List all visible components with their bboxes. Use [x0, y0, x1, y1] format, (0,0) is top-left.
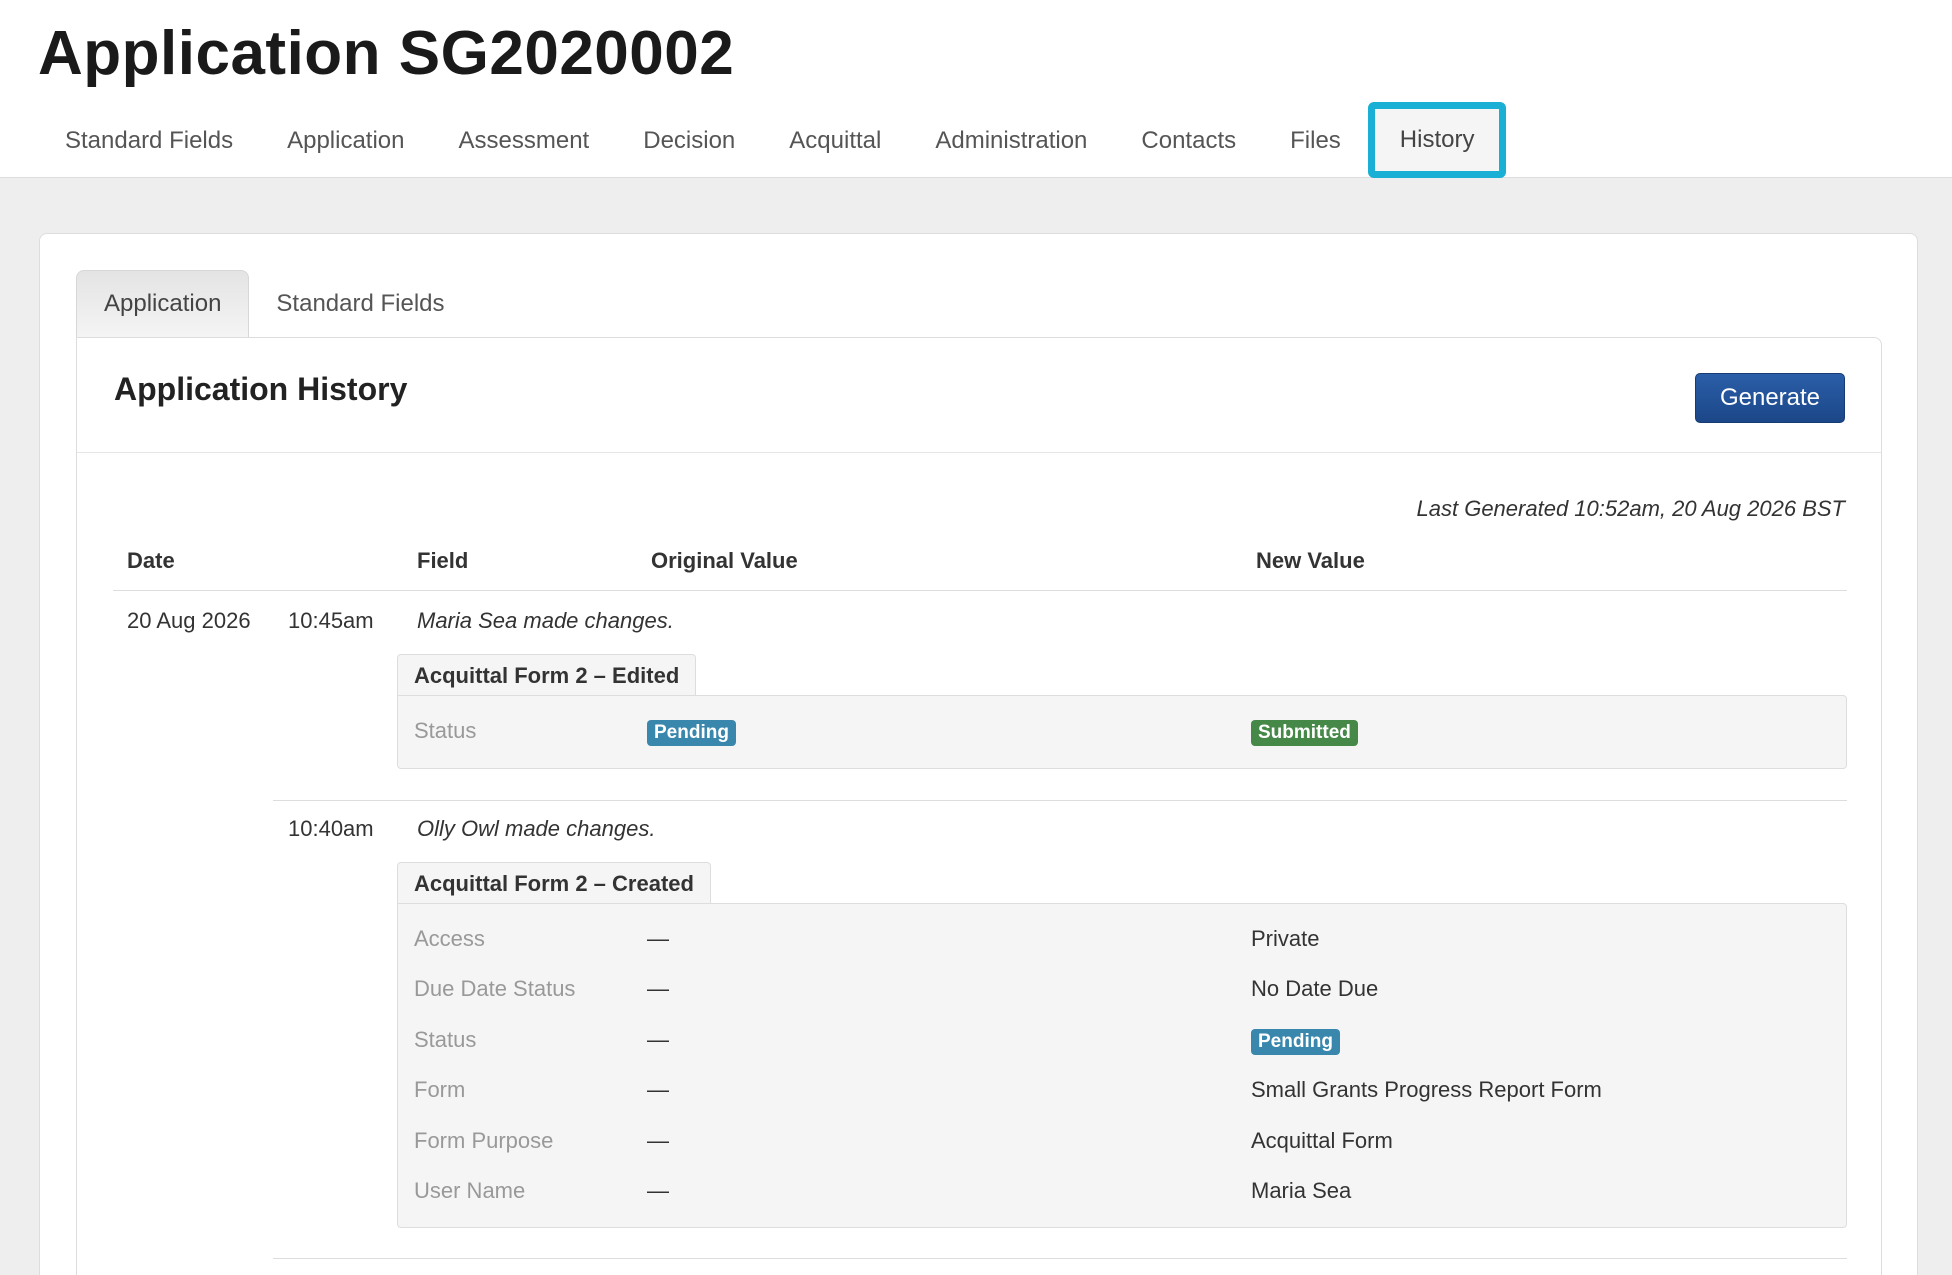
- original-value: Pending: [647, 718, 736, 746]
- form-change-label: Acquittal Form 2 – Created: [397, 862, 711, 904]
- change-row: User Name — Maria Sea: [398, 1178, 1846, 1208]
- change-row: Due Date Status — No Date Due: [398, 976, 1846, 1006]
- history-date: 20 Aug 2026: [127, 608, 251, 633]
- col-header-original: Original Value: [651, 548, 798, 573]
- new-value: Maria Sea: [1251, 1178, 1352, 1203]
- subtab-application[interactable]: Application: [76, 270, 250, 337]
- change-field: Access: [414, 926, 485, 951]
- change-details-box: Access — Private Due Date Status — No Da…: [397, 903, 1847, 1228]
- tab-files[interactable]: Files: [1263, 103, 1368, 178]
- tab-administration[interactable]: Administration: [908, 103, 1114, 178]
- change-field: Due Date Status: [414, 976, 576, 1001]
- new-value: Submitted: [1251, 718, 1358, 746]
- original-value: —: [647, 926, 669, 951]
- tab-application[interactable]: Application: [260, 103, 431, 178]
- change-field: Form: [414, 1077, 466, 1102]
- change-field: Form Purpose: [414, 1128, 554, 1153]
- col-header-date: Date: [127, 548, 175, 573]
- original-value: —: [647, 1027, 669, 1052]
- col-header-new: New Value: [1256, 548, 1365, 573]
- tab-assessment[interactable]: Assessment: [432, 103, 617, 178]
- history-time: 10:40am: [288, 816, 374, 841]
- original-value: —: [647, 1128, 669, 1153]
- header-divider: [113, 590, 1847, 591]
- new-value: Pending: [1251, 1027, 1340, 1055]
- tab-history[interactable]: History: [1367, 102, 1507, 178]
- new-value: Private: [1251, 926, 1320, 951]
- change-summary: Olly Owl made changes.: [417, 816, 656, 841]
- change-details-box: Status Pending Submitted: [397, 695, 1847, 769]
- sub-tabs: Application Standard Fields: [76, 270, 472, 337]
- form-change-label: Acquittal Form 2 – Edited: [397, 654, 697, 696]
- page-title: Application SG2020002: [38, 19, 735, 88]
- change-field: Status: [414, 718, 477, 743]
- history-panel: Application Standard Fields Application …: [39, 233, 1918, 1275]
- tab-acquittal[interactable]: Acquittal: [762, 103, 908, 178]
- original-value: —: [647, 976, 669, 1001]
- entry-divider: [273, 800, 1847, 801]
- original-value: —: [647, 1077, 669, 1102]
- change-summary: Maria Sea made changes.: [417, 608, 674, 633]
- change-row: Status Pending Submitted: [398, 718, 1846, 748]
- section-title: Application History: [114, 371, 408, 407]
- history-time: 10:45am: [288, 608, 374, 633]
- section-header: Application History Generate: [77, 338, 1881, 453]
- change-field: Status: [414, 1027, 477, 1052]
- new-value: No Date Due: [1251, 976, 1379, 1001]
- change-field: User Name: [414, 1178, 526, 1203]
- generate-button[interactable]: Generate: [1695, 373, 1845, 423]
- tab-contacts[interactable]: Contacts: [1114, 103, 1263, 178]
- new-value: Acquittal Form: [1251, 1128, 1393, 1153]
- tab-standard-fields[interactable]: Standard Fields: [38, 103, 260, 178]
- application-history-section: Application History Generate Last Genera…: [76, 337, 1882, 1275]
- col-header-field: Field: [417, 548, 469, 573]
- last-generated-text: Last Generated 10:52am, 20 Aug 2026 BST: [1416, 496, 1845, 521]
- status-badge: Submitted: [1251, 720, 1358, 746]
- entry-divider: [273, 1258, 1847, 1259]
- status-badge: Pending: [1251, 1029, 1340, 1055]
- status-badge: Pending: [647, 720, 736, 746]
- main-tabs: Standard Fields Application Assessment D…: [38, 102, 1507, 178]
- change-row: Access — Private: [398, 926, 1846, 956]
- change-row: Form — Small Grants Progress Report Form: [398, 1077, 1846, 1107]
- tab-decision[interactable]: Decision: [616, 103, 762, 178]
- change-row: Form Purpose — Acquittal Form: [398, 1128, 1846, 1158]
- change-row: Status — Pending: [398, 1027, 1846, 1057]
- original-value: —: [647, 1178, 669, 1203]
- new-value: Small Grants Progress Report Form: [1251, 1077, 1602, 1102]
- subtab-standard-fields[interactable]: Standard Fields: [249, 270, 471, 337]
- page-header: Application SG2020002 Standard Fields Ap…: [0, 0, 1952, 178]
